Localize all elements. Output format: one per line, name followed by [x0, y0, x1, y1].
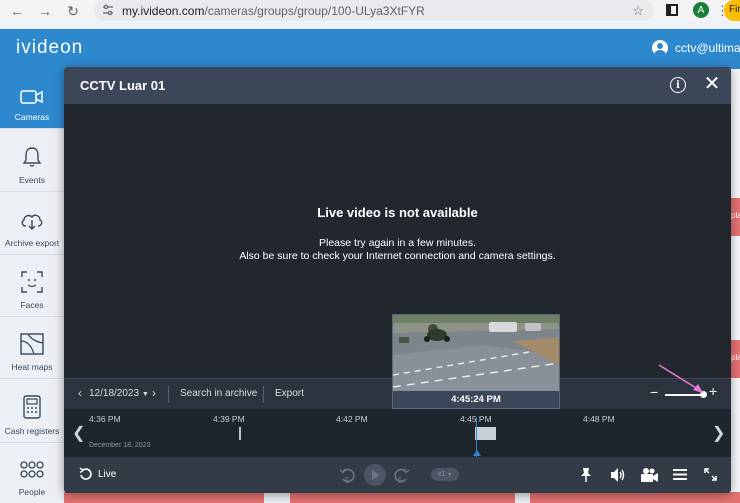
- play-icon[interactable]: [363, 463, 387, 487]
- sidebar-item-label: Events: [19, 175, 45, 185]
- timeline-preview-thumbnail: 4:45:24 PM: [392, 314, 560, 409]
- sidebar-item-label: Cash registers: [4, 426, 60, 436]
- pin-icon[interactable]: [580, 467, 592, 483]
- export-button[interactable]: Export: [275, 388, 304, 399]
- divider: [263, 386, 264, 403]
- volume-icon[interactable]: [610, 467, 626, 483]
- background-tile-label: pla: [731, 353, 740, 362]
- sidebar-item-faces[interactable]: Faces: [0, 255, 64, 317]
- info-icon[interactable]: i: [670, 77, 686, 93]
- face-scan-icon: [21, 271, 43, 293]
- close-icon[interactable]: ✕: [703, 74, 721, 94]
- background-camera-tile: pla: [731, 198, 740, 236]
- camera-player-modal: CCTV Luar 01 i ✕ Live video is not avail…: [64, 67, 731, 493]
- background-camera-tile: [64, 492, 264, 503]
- no-video-line-2: Also be sure to check your Internet conn…: [239, 250, 556, 262]
- camera-icon: [20, 90, 43, 104]
- search-in-archive-button[interactable]: Search in archive: [180, 388, 257, 399]
- preview-frame-image: [393, 315, 559, 393]
- user-email: cctv@ultima...: [675, 41, 740, 55]
- divider: [168, 386, 169, 403]
- speed-value: x1: [437, 471, 446, 478]
- user-menu[interactable]: cctv@ultima...: [652, 40, 740, 56]
- forward-seconds: 5: [398, 476, 403, 485]
- url-path: /cameras/groups/group/100-ULya3XtFYR: [204, 3, 425, 18]
- browser-toolbar: ← → ↻ my.ivideon.com/cameras/groups/grou…: [0, 0, 740, 22]
- live-button[interactable]: Live: [79, 467, 116, 481]
- extension-button[interactable]: Fin: [724, 0, 740, 21]
- cash-register-icon: [23, 395, 41, 419]
- caret-down-icon: ▼: [447, 472, 453, 478]
- sidebar-item-label: Heat maps: [11, 362, 53, 372]
- camera-title: CCTV Luar 01: [80, 78, 166, 93]
- timeline-tick-label: 4:48 PM: [583, 414, 615, 424]
- bell-icon: [22, 147, 42, 167]
- cloud-download-icon: [21, 214, 43, 230]
- next-day-icon[interactable]: ›: [152, 386, 156, 400]
- background-camera-tile: [290, 492, 515, 503]
- preview-time: 4:45:24 PM: [393, 391, 559, 408]
- app-header: ivideon cctv@ultima...: [0, 29, 740, 69]
- recording-segment[interactable]: [475, 427, 496, 440]
- background-camera-tile: [530, 492, 740, 503]
- heatmap-icon: [20, 333, 44, 355]
- sidebar: Cameras Events Archive export Faces Heat…: [0, 69, 64, 503]
- camera-settings-icon[interactable]: [640, 467, 660, 483]
- player-controls: Live 5 5 x1 ▼: [64, 457, 731, 493]
- no-video-line-1: Please try again in a few minutes.: [319, 237, 476, 249]
- url-host: my.ivideon.com: [122, 3, 205, 18]
- reload-icon[interactable]: ↻: [61, 0, 85, 22]
- no-video-message: Please try again in a few minutes. Also …: [64, 237, 731, 263]
- modal-header: CCTV Luar 01 i ✕: [64, 67, 731, 104]
- sidebar-item-label: Cameras: [14, 112, 50, 122]
- sidebar-item-label: Archive export: [4, 238, 60, 248]
- sidebar-item-events[interactable]: Events: [0, 129, 64, 192]
- prev-day-icon[interactable]: ‹: [78, 386, 82, 400]
- sidebar-item-label: Faces: [20, 300, 44, 310]
- address-bar[interactable]: my.ivideon.com/cameras/groups/group/100-…: [94, 0, 654, 21]
- user-avatar-icon: [652, 40, 668, 56]
- date-picker[interactable]: 12/18/2023 ▼: [89, 388, 149, 399]
- timeline-date-label: December 18, 2023: [89, 442, 151, 449]
- timeline-cursor-marker[interactable]: [473, 450, 481, 456]
- annotation-arrow-icon: [658, 364, 703, 393]
- rewind-seconds: 5: [345, 476, 350, 485]
- background-tile-label: pla: [731, 211, 740, 220]
- timeline-prev-icon[interactable]: ❮: [72, 423, 85, 443]
- fullscreen-icon[interactable]: [704, 468, 717, 481]
- side-panel-icon[interactable]: [666, 4, 678, 16]
- timeline-next-icon[interactable]: ❯: [712, 423, 725, 443]
- no-video-title: Live video is not available: [317, 205, 478, 220]
- forward-arrow-icon[interactable]: →: [33, 0, 57, 22]
- playback-speed-select[interactable]: x1 ▼: [431, 468, 459, 481]
- timeline-tick-label: 4:39 PM: [213, 414, 245, 424]
- zoom-in-button[interactable]: +: [709, 383, 717, 399]
- timeline-tick-label: 4:36 PM: [89, 414, 121, 424]
- sidebar-item-people[interactable]: People: [0, 443, 64, 503]
- sidebar-item-archive-export[interactable]: Archive export: [0, 192, 64, 255]
- site-settings-icon[interactable]: [102, 4, 114, 16]
- sidebar-item-heat-maps[interactable]: Heat maps: [0, 317, 64, 379]
- background-camera-tile: pla: [731, 340, 740, 378]
- sidebar-item-cameras[interactable]: Cameras: [0, 69, 64, 129]
- profile-avatar[interactable]: A: [693, 2, 709, 18]
- back-arrow-icon[interactable]: ←: [5, 0, 29, 22]
- timeline-tick-label: 4:42 PM: [336, 414, 368, 424]
- menu-icon[interactable]: [673, 468, 687, 481]
- live-label: Live: [98, 468, 117, 480]
- app-logo[interactable]: ivideon: [16, 37, 83, 59]
- sidebar-item-label: People: [18, 487, 46, 497]
- background-page-edge: [730, 69, 740, 503]
- bookmark-star-icon[interactable]: ☆: [632, 3, 644, 19]
- archive-timeline[interactable]: ❮ 4:36 PM 4:39 PM 4:42 PM 4:45 PM 4:48 P…: [64, 409, 731, 457]
- sidebar-item-cash-registers[interactable]: Cash registers: [0, 379, 64, 443]
- caret-down-icon: ▼: [141, 391, 149, 398]
- refresh-live-icon: [79, 467, 92, 480]
- recording-segment[interactable]: [239, 427, 241, 440]
- people-icon: [20, 461, 44, 478]
- date-value: 12/18/2023: [89, 388, 140, 399]
